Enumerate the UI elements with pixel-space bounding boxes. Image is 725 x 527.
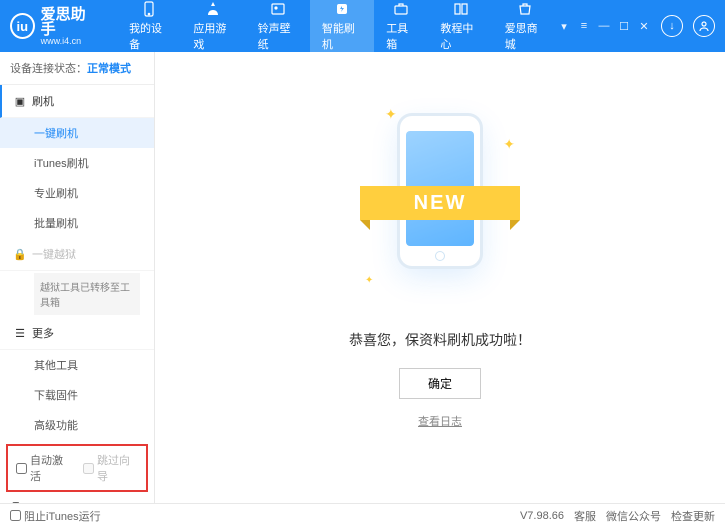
tab-label: 教程中心 bbox=[440, 20, 480, 52]
minimize-icon[interactable]: — bbox=[597, 19, 611, 33]
section-more[interactable]: ☰ 更多 bbox=[0, 317, 154, 350]
settings-icon[interactable]: ≡ bbox=[577, 19, 591, 33]
device-info[interactable]: 📱 iPhone 15 Pro Max 512GB iPhone bbox=[0, 496, 154, 503]
section-label: 刷机 bbox=[32, 93, 54, 109]
checkbox-label: 阻止iTunes运行 bbox=[24, 508, 101, 524]
tab-label: 我的设备 bbox=[129, 20, 169, 52]
logo-icon: iu bbox=[10, 13, 35, 39]
more-icon: ☰ bbox=[14, 327, 26, 339]
section-label: 一键越狱 bbox=[32, 246, 76, 262]
checkbox-block-itunes[interactable]: 阻止iTunes运行 bbox=[10, 508, 101, 524]
tab-toolbox[interactable]: 工具箱 bbox=[374, 0, 428, 52]
footer-wechat[interactable]: 微信公众号 bbox=[606, 508, 661, 524]
app-logo: iu 爱思助手 www.i4.cn bbox=[10, 7, 97, 46]
view-log-link[interactable]: 查看日志 bbox=[418, 413, 462, 429]
activation-options: 自动激活 跳过向导 bbox=[6, 444, 148, 492]
sidebar-item-oneclick[interactable]: 一键刷机 bbox=[0, 118, 154, 148]
status-value: 正常模式 bbox=[87, 63, 131, 75]
tab-my-device[interactable]: 我的设备 bbox=[117, 0, 181, 52]
tab-ringtones[interactable]: 铃声壁纸 bbox=[246, 0, 310, 52]
toolbox-icon bbox=[392, 0, 410, 18]
device-phone-icon: 📱 bbox=[10, 502, 22, 503]
tab-label: 铃声壁纸 bbox=[258, 20, 298, 52]
menu-icon[interactable]: ▾ bbox=[557, 19, 571, 33]
section-label: 更多 bbox=[32, 325, 54, 341]
close-icon[interactable]: ✕ bbox=[637, 19, 651, 33]
sidebar: 设备连接状态：正常模式 ▣ 刷机 一键刷机 iTunes刷机 专业刷机 批量刷机… bbox=[0, 52, 155, 503]
tab-tutorials[interactable]: 教程中心 bbox=[428, 0, 492, 52]
success-illustration: ✦ ✦ ✦ NEW bbox=[375, 106, 505, 306]
sidebar-item-other[interactable]: 其他工具 bbox=[0, 350, 154, 380]
version-label: V7.98.66 bbox=[520, 510, 564, 522]
checkbox-label: 自动激活 bbox=[30, 452, 71, 484]
checkbox-auto-activate[interactable]: 自动激活 bbox=[16, 452, 71, 484]
footer: 阻止iTunes运行 V7.98.66 客服 微信公众号 检查更新 bbox=[0, 503, 725, 527]
status-label: 设备连接状态： bbox=[10, 63, 87, 75]
sparkle-icon: ✦ bbox=[365, 275, 373, 286]
maximize-icon[interactable]: ☐ bbox=[617, 19, 631, 33]
download-icon[interactable]: ↓ bbox=[661, 15, 683, 37]
user-icon[interactable] bbox=[693, 15, 715, 37]
section-flash[interactable]: ▣ 刷机 bbox=[0, 85, 154, 118]
sidebar-item-advanced[interactable]: 高级功能 bbox=[0, 410, 154, 440]
sidebar-item-firmware[interactable]: 下载固件 bbox=[0, 380, 154, 410]
image-icon bbox=[269, 0, 287, 18]
lock-icon: 🔒 bbox=[14, 248, 26, 260]
tab-store[interactable]: 爱思商城 bbox=[493, 0, 557, 52]
section-jailbreak: 🔒 一键越狱 bbox=[0, 238, 154, 271]
book-icon bbox=[452, 0, 470, 18]
device-name-row: 📱 iPhone 15 Pro Max bbox=[10, 502, 144, 503]
checkbox-skip-guide[interactable]: 跳过向导 bbox=[83, 452, 138, 484]
apps-icon bbox=[204, 0, 222, 18]
app-name: 爱思助手 bbox=[41, 7, 97, 37]
success-message: 恭喜您，保资料刷机成功啦！ bbox=[349, 330, 531, 350]
nav-tabs: 我的设备 应用游戏 铃声壁纸 智能刷机 工具箱 教程中心 爱思商城 bbox=[117, 0, 557, 52]
tab-label: 工具箱 bbox=[386, 20, 416, 52]
sparkle-icon: ✦ bbox=[385, 106, 397, 123]
new-ribbon: NEW bbox=[360, 186, 520, 220]
store-icon bbox=[516, 0, 534, 18]
checkbox-label: 跳过向导 bbox=[97, 452, 138, 484]
phone-icon bbox=[140, 0, 158, 18]
sidebar-item-batch[interactable]: 批量刷机 bbox=[0, 208, 154, 238]
tab-apps[interactable]: 应用游戏 bbox=[181, 0, 245, 52]
ok-button[interactable]: 确定 bbox=[399, 368, 481, 399]
footer-update[interactable]: 检查更新 bbox=[671, 508, 715, 524]
device-name: iPhone 15 Pro Max bbox=[26, 502, 124, 503]
flash-section-icon: ▣ bbox=[14, 95, 26, 107]
flash-icon bbox=[333, 0, 351, 18]
main-content: ✦ ✦ ✦ NEW 恭喜您，保资料刷机成功啦！ 确定 查看日志 bbox=[155, 52, 725, 503]
tab-label: 智能刷机 bbox=[322, 20, 362, 52]
tab-flash[interactable]: 智能刷机 bbox=[310, 0, 374, 52]
jailbreak-note: 越狱工具已转移至工具箱 bbox=[34, 273, 140, 315]
tab-label: 爱思商城 bbox=[505, 20, 545, 52]
device-status: 设备连接状态：正常模式 bbox=[0, 52, 154, 85]
sidebar-item-itunes[interactable]: iTunes刷机 bbox=[0, 148, 154, 178]
footer-support[interactable]: 客服 bbox=[574, 508, 596, 524]
app-url: www.i4.cn bbox=[41, 37, 97, 46]
tab-label: 应用游戏 bbox=[193, 20, 233, 52]
sidebar-item-pro[interactable]: 专业刷机 bbox=[0, 178, 154, 208]
sparkle-icon: ✦ bbox=[503, 136, 515, 153]
